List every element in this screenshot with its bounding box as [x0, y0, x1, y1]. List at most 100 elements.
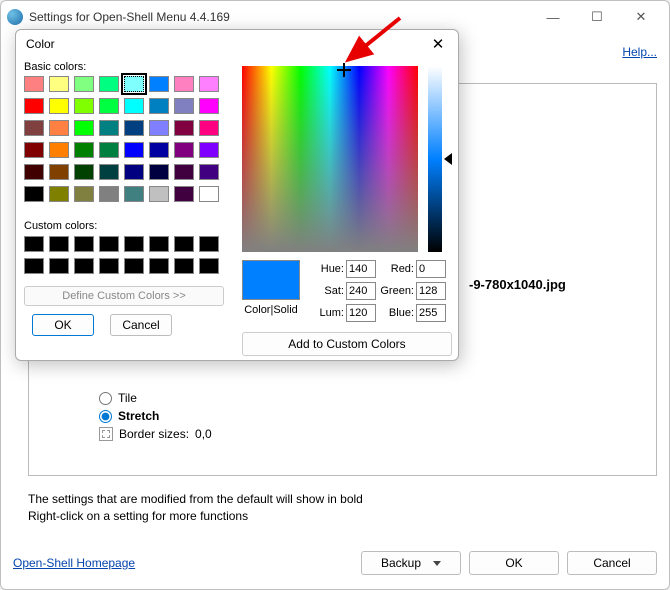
basic-color-swatch[interactable]: [149, 120, 169, 136]
basic-colors-grid: [24, 76, 221, 205]
basic-color-swatch[interactable]: [199, 120, 219, 136]
basic-color-swatch[interactable]: [74, 98, 94, 114]
basic-color-swatch[interactable]: [174, 164, 194, 180]
basic-color-swatch[interactable]: [74, 120, 94, 136]
color-ok-button[interactable]: OK: [32, 314, 94, 336]
basic-color-swatch[interactable]: [174, 120, 194, 136]
basic-color-swatch[interactable]: [49, 120, 69, 136]
basic-color-swatch[interactable]: [74, 142, 94, 158]
basic-color-swatch[interactable]: [99, 98, 119, 114]
color-picker-field[interactable]: [242, 66, 418, 252]
color-dialog-close-icon[interactable]: ✕: [428, 35, 448, 53]
green-input[interactable]: [416, 282, 446, 300]
basic-color-swatch[interactable]: [49, 76, 69, 92]
basic-color-swatch[interactable]: [49, 142, 69, 158]
basic-color-swatch[interactable]: [99, 186, 119, 202]
basic-color-swatch[interactable]: [24, 98, 44, 114]
custom-color-swatch[interactable]: [74, 236, 94, 252]
basic-color-swatch[interactable]: [24, 76, 44, 92]
lum-input[interactable]: [346, 304, 376, 322]
custom-color-swatch[interactable]: [74, 258, 94, 274]
hue-input[interactable]: [346, 260, 376, 278]
basic-color-swatch[interactable]: [124, 120, 144, 136]
basic-color-swatch[interactable]: [149, 142, 169, 158]
border-sizes-label: Border sizes:: [119, 427, 189, 441]
basic-color-swatch[interactable]: [24, 120, 44, 136]
stretch-option[interactable]: Stretch: [99, 409, 159, 423]
basic-color-swatch[interactable]: [99, 164, 119, 180]
minimize-button[interactable]: —: [531, 3, 575, 31]
close-button[interactable]: ✕: [619, 3, 663, 31]
basic-color-swatch[interactable]: [24, 186, 44, 202]
basic-color-swatch[interactable]: [149, 164, 169, 180]
custom-color-swatch[interactable]: [49, 258, 69, 274]
ok-button[interactable]: OK: [469, 551, 559, 575]
basic-color-swatch[interactable]: [174, 186, 194, 202]
basic-color-swatch[interactable]: [199, 76, 219, 92]
luminance-bar[interactable]: [428, 66, 442, 252]
picker-crosshair-icon: [339, 65, 349, 75]
footer: Open-Shell Homepage Backup OK Cancel: [13, 551, 657, 575]
custom-color-swatch[interactable]: [99, 236, 119, 252]
basic-color-swatch[interactable]: [124, 164, 144, 180]
basic-color-swatch[interactable]: [49, 98, 69, 114]
basic-color-swatch[interactable]: [199, 186, 219, 202]
basic-color-swatch[interactable]: [199, 142, 219, 158]
homepage-link[interactable]: Open-Shell Homepage: [13, 556, 135, 570]
custom-color-swatch[interactable]: [99, 258, 119, 274]
tile-option[interactable]: Tile: [99, 391, 137, 405]
color-dialog-titlebar: Color ✕: [16, 30, 458, 58]
basic-color-swatch[interactable]: [199, 98, 219, 114]
chevron-down-icon: [433, 561, 441, 566]
cancel-button[interactable]: Cancel: [567, 551, 657, 575]
basic-color-swatch[interactable]: [24, 142, 44, 158]
basic-color-swatch[interactable]: [149, 98, 169, 114]
tile-label: Tile: [118, 391, 137, 405]
help-link[interactable]: Help...: [622, 45, 657, 59]
custom-color-swatch[interactable]: [149, 258, 169, 274]
custom-color-swatch[interactable]: [174, 258, 194, 274]
backup-button[interactable]: Backup: [361, 551, 461, 575]
stretch-radio[interactable]: [99, 410, 112, 423]
basic-color-swatch[interactable]: [124, 186, 144, 202]
basic-color-swatch[interactable]: [49, 186, 69, 202]
basic-color-swatch[interactable]: [24, 164, 44, 180]
custom-color-swatch[interactable]: [124, 236, 144, 252]
custom-colors-label: Custom colors:: [24, 220, 97, 232]
basic-color-swatch[interactable]: [174, 76, 194, 92]
add-to-custom-button[interactable]: Add to Custom Colors: [242, 332, 452, 356]
blue-input[interactable]: [416, 304, 446, 322]
custom-color-swatch[interactable]: [174, 236, 194, 252]
basic-color-swatch[interactable]: [99, 76, 119, 92]
basic-color-swatch[interactable]: [174, 142, 194, 158]
custom-color-swatch[interactable]: [199, 258, 219, 274]
basic-color-swatch[interactable]: [99, 120, 119, 136]
basic-color-swatch[interactable]: [124, 142, 144, 158]
custom-color-swatch[interactable]: [149, 236, 169, 252]
custom-color-swatch[interactable]: [49, 236, 69, 252]
basic-color-swatch[interactable]: [74, 164, 94, 180]
app-icon: [7, 9, 23, 25]
maximize-button[interactable]: ☐: [575, 3, 619, 31]
sat-input[interactable]: [346, 282, 376, 300]
basic-color-swatch[interactable]: [49, 164, 69, 180]
custom-color-swatch[interactable]: [124, 258, 144, 274]
basic-color-swatch[interactable]: [124, 76, 144, 92]
color-cancel-button[interactable]: Cancel: [110, 314, 172, 336]
basic-color-swatch[interactable]: [99, 142, 119, 158]
basic-color-swatch[interactable]: [124, 98, 144, 114]
basic-color-swatch[interactable]: [149, 186, 169, 202]
tile-radio[interactable]: [99, 392, 112, 405]
basic-color-swatch[interactable]: [149, 76, 169, 92]
custom-color-swatch[interactable]: [24, 258, 44, 274]
border-sizes-value: 0,0: [195, 427, 212, 441]
basic-color-swatch[interactable]: [74, 76, 94, 92]
custom-color-swatch[interactable]: [24, 236, 44, 252]
basic-color-swatch[interactable]: [74, 186, 94, 202]
define-custom-colors-button[interactable]: Define Custom Colors >>: [24, 286, 224, 306]
border-sizes-row[interactable]: Border sizes: 0,0: [99, 427, 212, 441]
custom-color-swatch[interactable]: [199, 236, 219, 252]
basic-color-swatch[interactable]: [199, 164, 219, 180]
red-input[interactable]: [416, 260, 446, 278]
basic-color-swatch[interactable]: [174, 98, 194, 114]
